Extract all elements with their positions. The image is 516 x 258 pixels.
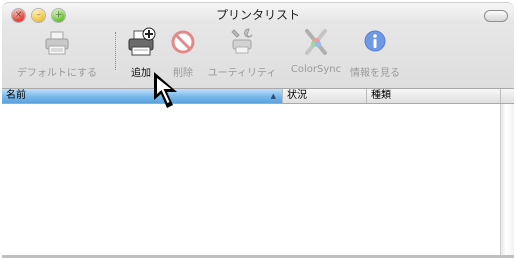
printer-add-icon xyxy=(128,27,156,56)
mouse-pointer-icon xyxy=(154,72,177,108)
make-default-button[interactable]: デフォルトにする xyxy=(8,24,106,88)
colorsync-button[interactable]: ColorSync xyxy=(286,24,346,88)
sort-ascending-icon: ▲ xyxy=(270,92,276,100)
printer-table: 名前 ▲ 状況 種類 xyxy=(2,89,514,255)
colorsync-icon xyxy=(305,29,327,55)
column-header-status-label: 状況 xyxy=(287,90,307,101)
info-icon xyxy=(364,30,386,52)
colorsync-label: ColorSync xyxy=(290,64,342,75)
toolbar: デフォルトにする 追加 削除 ユーティリティ ColorSync 情報を見る xyxy=(2,24,514,89)
delete-circle-icon xyxy=(171,30,195,54)
get-info-label: 情報を見る xyxy=(350,68,400,79)
toolbar-toggle-button[interactable] xyxy=(484,10,508,22)
utility-button[interactable]: ユーティリティ xyxy=(204,24,280,88)
utility-icon xyxy=(231,28,253,54)
vertical-scrollbar[interactable] xyxy=(500,104,514,255)
utility-label: ユーティリティ xyxy=(207,68,277,79)
make-default-label: デフォルトにする xyxy=(16,68,98,79)
printer-list-window: × – + プリンタリスト デフォルトにする 追加 削除 ユーティリティ Col… xyxy=(0,0,516,258)
column-header-kind[interactable]: 種類 xyxy=(367,89,501,103)
printer-gray-icon xyxy=(45,31,69,55)
toolbar-separator xyxy=(115,32,116,70)
column-header-name[interactable]: 名前 ▲ xyxy=(2,89,283,103)
table-header: 名前 ▲ 状況 種類 xyxy=(2,89,514,104)
column-header-kind-label: 種類 xyxy=(371,90,391,101)
column-header-name-label: 名前 xyxy=(6,90,26,101)
get-info-button[interactable]: 情報を見る xyxy=(346,24,404,88)
column-header-status[interactable]: 状況 xyxy=(283,89,367,103)
